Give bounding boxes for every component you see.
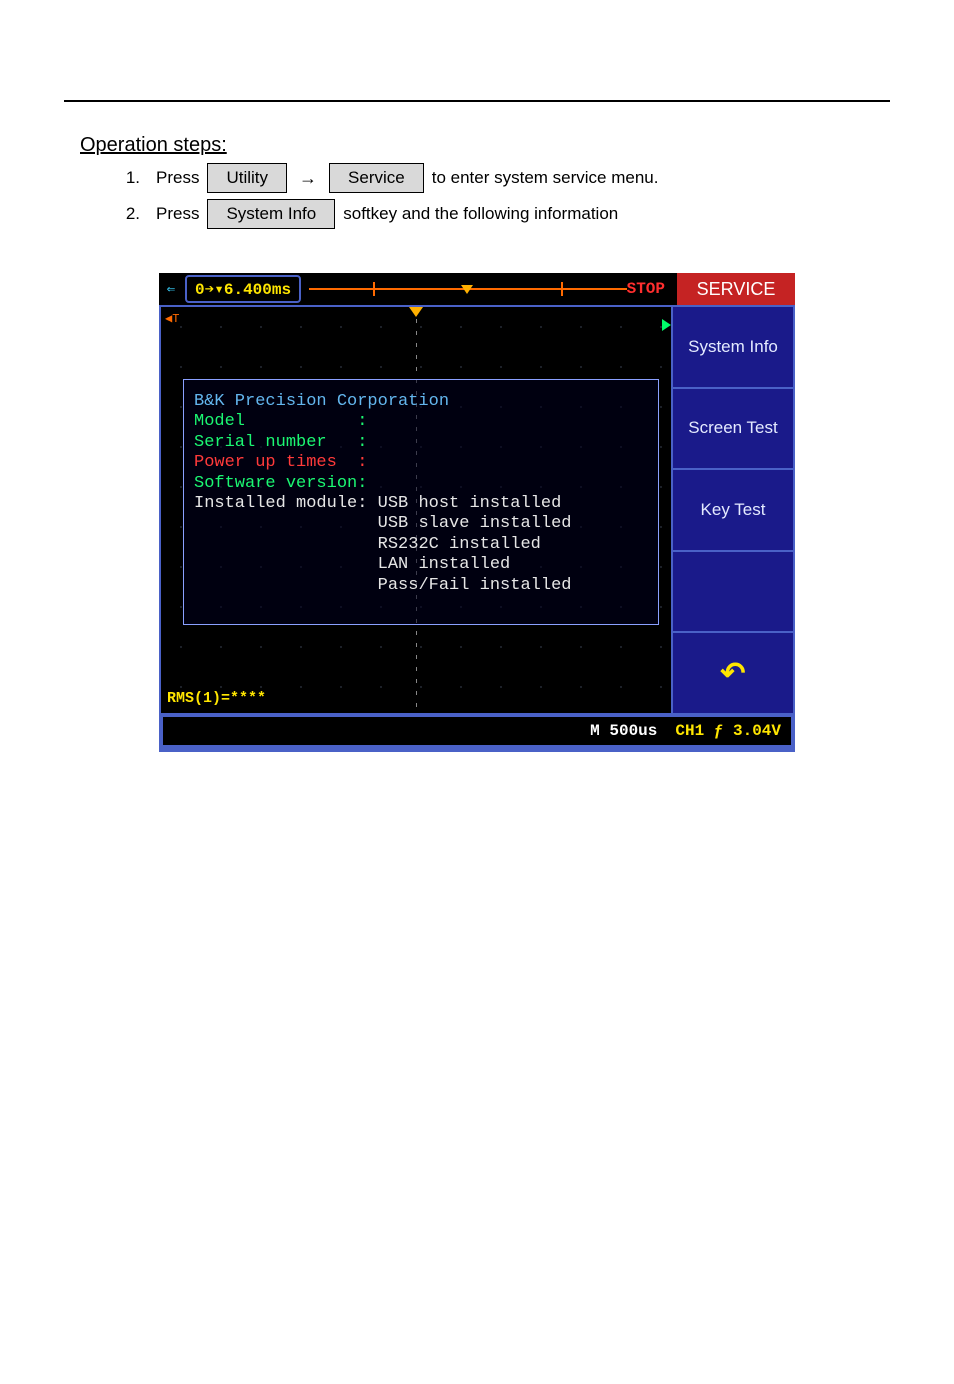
divider — [64, 100, 890, 102]
step-2: 2. Press System Info softkey and the fol… — [80, 199, 890, 229]
installed-module-line: Pass/Fail installed — [194, 576, 648, 596]
model-line: Model : — [194, 412, 648, 432]
trigger-position-readout: 0➔▾6.400ms — [185, 275, 301, 303]
steps-heading: Operation steps: — [80, 134, 890, 157]
step-1: 1. Press Utility → Service to enter syst… — [80, 163, 890, 193]
step-1-suffix: to enter system service menu. — [432, 168, 659, 188]
system-info-panel: B&K Precision Corporation Model : Serial… — [183, 379, 659, 625]
powerup-line: Power up times : — [194, 453, 648, 473]
installed-module-line: LAN installed — [194, 555, 648, 575]
softkey-column: System Info Screen Test Key Test ↶ — [673, 305, 795, 715]
trigger-timeline: STOP — [303, 273, 677, 305]
softkey-screen-test[interactable]: Screen Test — [673, 389, 793, 469]
step-1-prefix: Press — [156, 168, 199, 188]
step-1-number: 1. — [80, 168, 148, 188]
t-anchor-icon: ◀T — [165, 311, 177, 323]
run-status: STOP — [627, 280, 671, 298]
system-info-button[interactable]: System Info — [207, 199, 335, 229]
right-level-marker-icon — [662, 319, 671, 331]
installed-module-line: USB slave installed — [194, 514, 648, 534]
menu-title: SERVICE — [677, 273, 795, 305]
company-line: B&K Precision Corporation — [194, 392, 648, 412]
installed-module-line: RS232C installed — [194, 535, 648, 555]
scope-topbar: ⇐ 0➔▾6.400ms STOP SERVICE — [159, 273, 795, 305]
utility-button[interactable]: Utility — [207, 163, 287, 193]
softkey-key-test[interactable]: Key Test — [673, 470, 793, 550]
top-trigger-marker-icon — [409, 307, 423, 317]
trigger-marker-icon — [461, 285, 473, 294]
swver-line: Software version: — [194, 474, 648, 494]
step-2-number: 2. — [80, 204, 148, 224]
installed-module-line: Installed module: USB host installed — [194, 494, 648, 514]
scope-bottombar: M 500us CH1 ƒ 3.04V — [161, 715, 793, 747]
serial-line: Serial number : — [194, 433, 648, 453]
step-2-suffix: softkey and the following information — [343, 204, 618, 224]
softkey-empty — [673, 552, 793, 632]
service-button[interactable]: Service — [329, 163, 424, 193]
trigger-readout: CH1 ƒ 3.04V — [675, 722, 781, 740]
step-2-prefix: Press — [156, 204, 199, 224]
back-arrow-icon: ↶ — [720, 656, 745, 691]
softkey-back[interactable]: ↶ — [673, 633, 793, 713]
arrow-icon: → — [295, 168, 321, 189]
measurement-readout: RMS(1)=**** — [167, 690, 266, 707]
waveform-area: ◀T B&K Precision Corporation Model : Ser… — [161, 307, 671, 713]
usb-icon: ⇐ — [159, 273, 183, 305]
timebase-readout: M 500us — [590, 722, 657, 740]
softkey-system-info[interactable]: System Info — [673, 307, 793, 387]
oscilloscope-screenshot: ⇐ 0➔▾6.400ms STOP SERVICE ◀T B&K Precisi… — [159, 273, 795, 752]
